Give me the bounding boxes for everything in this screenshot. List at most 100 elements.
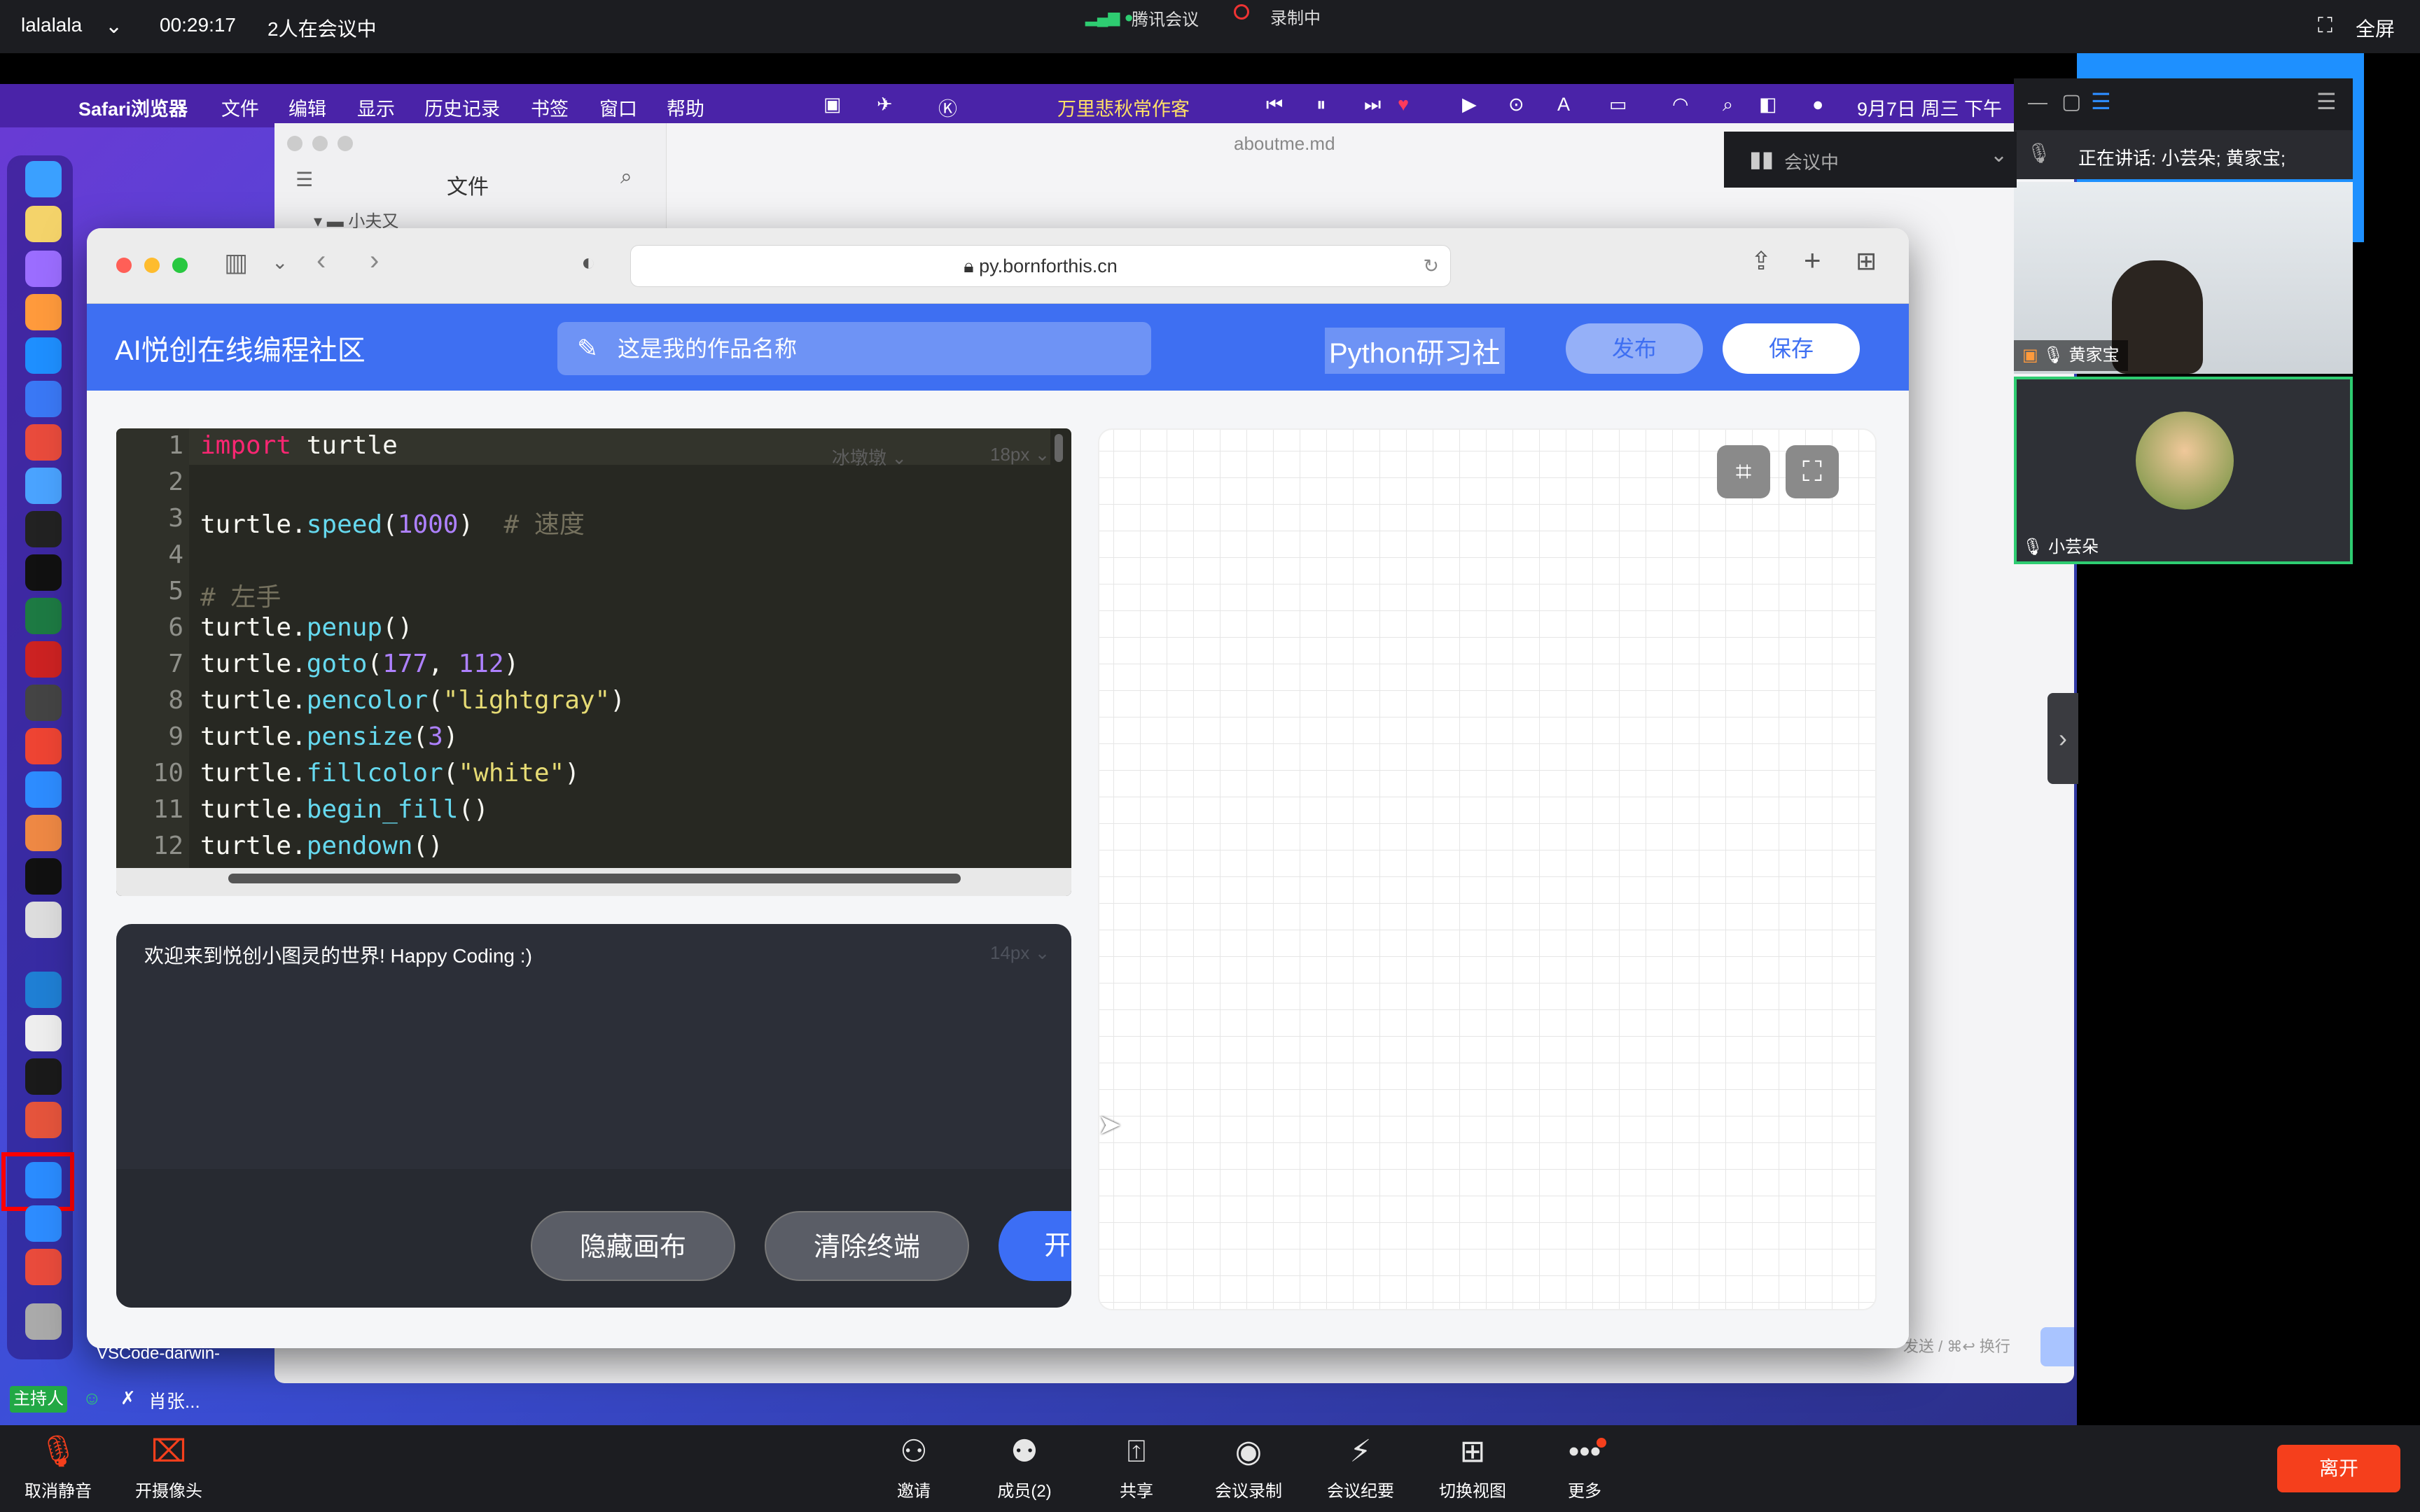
k-app-dock-icon[interactable] bbox=[25, 381, 62, 417]
record-button[interactable]: ◉ 会议录制 bbox=[1196, 1431, 1301, 1504]
menu-item[interactable]: 帮助 bbox=[667, 94, 704, 121]
menu-app[interactable]: Safari浏览器 bbox=[78, 94, 188, 121]
switch-view-button[interactable]: ⊞ 切换视图 bbox=[1420, 1431, 1525, 1504]
window-control[interactable] bbox=[287, 136, 302, 151]
fullscreen-label[interactable]: 全屏 bbox=[2356, 14, 2395, 42]
desktop-file[interactable]: VSCode-darwin-arm64.zip bbox=[81, 1344, 235, 1364]
tab-overview-icon[interactable]: ⊞ bbox=[1856, 246, 1877, 276]
leave-button[interactable]: 离开 bbox=[2277, 1445, 2400, 1492]
search-icon[interactable]: ⌕ bbox=[1723, 94, 1733, 116]
list-icon[interactable]: ☰ bbox=[295, 168, 313, 191]
appstore-dock-icon[interactable] bbox=[25, 337, 62, 374]
video-tile[interactable]: 🎙︎ 小芸朵 bbox=[2014, 377, 2353, 564]
app-dock-icon[interactable] bbox=[25, 641, 62, 678]
finder-dock-icon[interactable] bbox=[25, 161, 62, 197]
tencent-meeting-dock-icon[interactable] bbox=[25, 1205, 62, 1242]
menu-item[interactable]: 窗口 bbox=[599, 94, 637, 121]
turtle-canvas[interactable]: ⌗ ⛶ bbox=[1098, 428, 1877, 1310]
input-source-icon[interactable]: A bbox=[1557, 94, 1570, 115]
calculator-dock-icon[interactable] bbox=[25, 685, 62, 721]
forward-icon[interactable]: › bbox=[370, 245, 379, 276]
menu-item[interactable]: 书签 bbox=[531, 94, 569, 121]
window-control[interactable] bbox=[312, 136, 328, 151]
code-editor[interactable]: 1 import turtle 2 3 turtle.speed(1000) #… bbox=[116, 428, 1071, 896]
app-icon[interactable]: Ⓚ bbox=[938, 94, 957, 121]
app-dock-icon[interactable] bbox=[25, 902, 62, 938]
battery-icon[interactable]: ▭ bbox=[1609, 94, 1627, 115]
editor-font-size-select[interactable]: 18px ⌄ bbox=[990, 444, 1050, 465]
menu-icon[interactable]: ☰ bbox=[2316, 88, 2337, 115]
app-icon[interactable]: ▶ bbox=[1462, 94, 1477, 115]
wifi-icon[interactable]: ◠ bbox=[1672, 94, 1689, 115]
menu-item[interactable]: 编辑 bbox=[288, 94, 326, 121]
app-dock-icon[interactable] bbox=[25, 511, 62, 547]
chevron-down-icon[interactable]: ⌄ bbox=[105, 14, 123, 38]
terminal-dock-icon[interactable] bbox=[25, 858, 62, 895]
user-name[interactable]: lalalala bbox=[21, 14, 82, 36]
safari-dock-icon[interactable] bbox=[25, 1162, 62, 1198]
pause-icon[interactable]: ⏸ bbox=[1316, 94, 1326, 116]
menu-item[interactable]: 文件 bbox=[221, 94, 259, 121]
trash-dock-icon[interactable] bbox=[25, 1303, 62, 1340]
menu-item[interactable]: 历史记录 bbox=[424, 94, 500, 121]
send-button[interactable] bbox=[2040, 1327, 2074, 1366]
minimize-window-button[interactable] bbox=[144, 258, 160, 273]
siri-icon[interactable]: ● bbox=[1812, 94, 1823, 115]
address-bar[interactable]: 🔒︎ py.bornforthis.cn ↻ bbox=[630, 245, 1451, 287]
menu-item[interactable]: 显示 bbox=[357, 94, 395, 121]
dictionary-dock-icon[interactable] bbox=[25, 815, 62, 851]
editor-theme-select[interactable]: 冰墩墩 ⌄ bbox=[832, 444, 907, 470]
window-control[interactable] bbox=[338, 136, 353, 151]
fullscreen-icon[interactable]: ⛶ bbox=[2318, 14, 2332, 38]
start-button[interactable]: 开始 bbox=[999, 1211, 1071, 1281]
expand-panel-button[interactable]: › bbox=[2047, 693, 2078, 784]
work-name-input[interactable]: ✎ 这是我的作品名称 bbox=[557, 322, 1151, 375]
save-button[interactable]: 保存 bbox=[1723, 323, 1860, 374]
sidebar-toggle-icon[interactable]: ▥ bbox=[224, 248, 248, 277]
invite-button[interactable]: ⚇ 邀请 bbox=[861, 1431, 966, 1504]
excel-dock-icon[interactable] bbox=[25, 598, 62, 634]
photos-dock-icon[interactable] bbox=[25, 294, 62, 330]
chrome-dock-icon[interactable] bbox=[25, 424, 62, 461]
camera-button[interactable]: ⌧ 开摄像头 bbox=[116, 1431, 221, 1504]
fullscreen-icon[interactable]: ⛶ bbox=[1786, 445, 1839, 498]
next-track-icon[interactable]: ⏭ bbox=[1364, 94, 1381, 116]
iterm-dock-icon[interactable] bbox=[25, 1058, 62, 1095]
close-window-button[interactable] bbox=[116, 258, 132, 273]
launchpad-dock-icon[interactable] bbox=[25, 251, 62, 287]
terminal-font-size-select[interactable]: 14px ⌄ bbox=[990, 942, 1050, 964]
publish-button[interactable]: 发布 bbox=[1566, 323, 1703, 374]
share-button[interactable]: ⍐ 共享 bbox=[1084, 1431, 1189, 1504]
site-title[interactable]: AI悦创在线编程社区 bbox=[115, 328, 366, 368]
horizontal-scrollbar[interactable] bbox=[228, 874, 961, 883]
hide-canvas-button[interactable]: 隐藏画布 bbox=[531, 1211, 735, 1281]
crop-icon[interactable]: ⌗ bbox=[1717, 445, 1770, 498]
unmute-button[interactable]: 🎙︎ 取消静音 bbox=[6, 1431, 111, 1504]
more-button[interactable]: ••• 更多 bbox=[1532, 1431, 1637, 1504]
typora-dock-icon[interactable] bbox=[25, 1015, 62, 1051]
now-playing[interactable]: 万里悲秋常作客 bbox=[1057, 94, 1190, 121]
app-dock-icon[interactable] bbox=[25, 1102, 62, 1138]
vertical-scrollbar[interactable] bbox=[1055, 434, 1063, 462]
vscode-dock-icon[interactable] bbox=[25, 972, 62, 1008]
notes-dock-icon[interactable] bbox=[25, 206, 62, 242]
app-icon[interactable]: ✈ bbox=[877, 94, 893, 115]
meeting-status-pill[interactable]: ▮▮ 会议中 ⌄ bbox=[1724, 132, 2017, 188]
members-button[interactable]: ⚉ 成员(2) bbox=[972, 1431, 1077, 1504]
chevron-down-icon[interactable]: ⌄ bbox=[272, 251, 288, 274]
feishu-dock-icon[interactable] bbox=[25, 771, 62, 808]
reload-icon[interactable]: ↻ bbox=[1423, 246, 1439, 286]
previous-track-icon[interactable]: ⏮ bbox=[1266, 94, 1283, 116]
minimize-icon[interactable]: — bbox=[2028, 91, 2047, 113]
privacy-shield-icon[interactable]: ◐ bbox=[581, 249, 596, 276]
chrome-dock-icon[interactable] bbox=[25, 1249, 62, 1285]
back-icon[interactable]: ‹ bbox=[317, 245, 326, 276]
heart-icon[interactable]: ♥ bbox=[1398, 94, 1409, 115]
clear-terminal-button[interactable]: 清除终端 bbox=[765, 1211, 969, 1281]
search-icon[interactable]: ⌕ bbox=[620, 165, 632, 189]
video-tile[interactable]: ▣ 🎙︎ 黄家宝 bbox=[2014, 182, 2353, 374]
python-club-link[interactable]: Python研习社 bbox=[1325, 328, 1505, 374]
xmind-dock-icon[interactable] bbox=[25, 728, 62, 764]
k-dock-icon[interactable] bbox=[25, 554, 62, 591]
new-tab-icon[interactable]: + bbox=[1804, 244, 1821, 277]
